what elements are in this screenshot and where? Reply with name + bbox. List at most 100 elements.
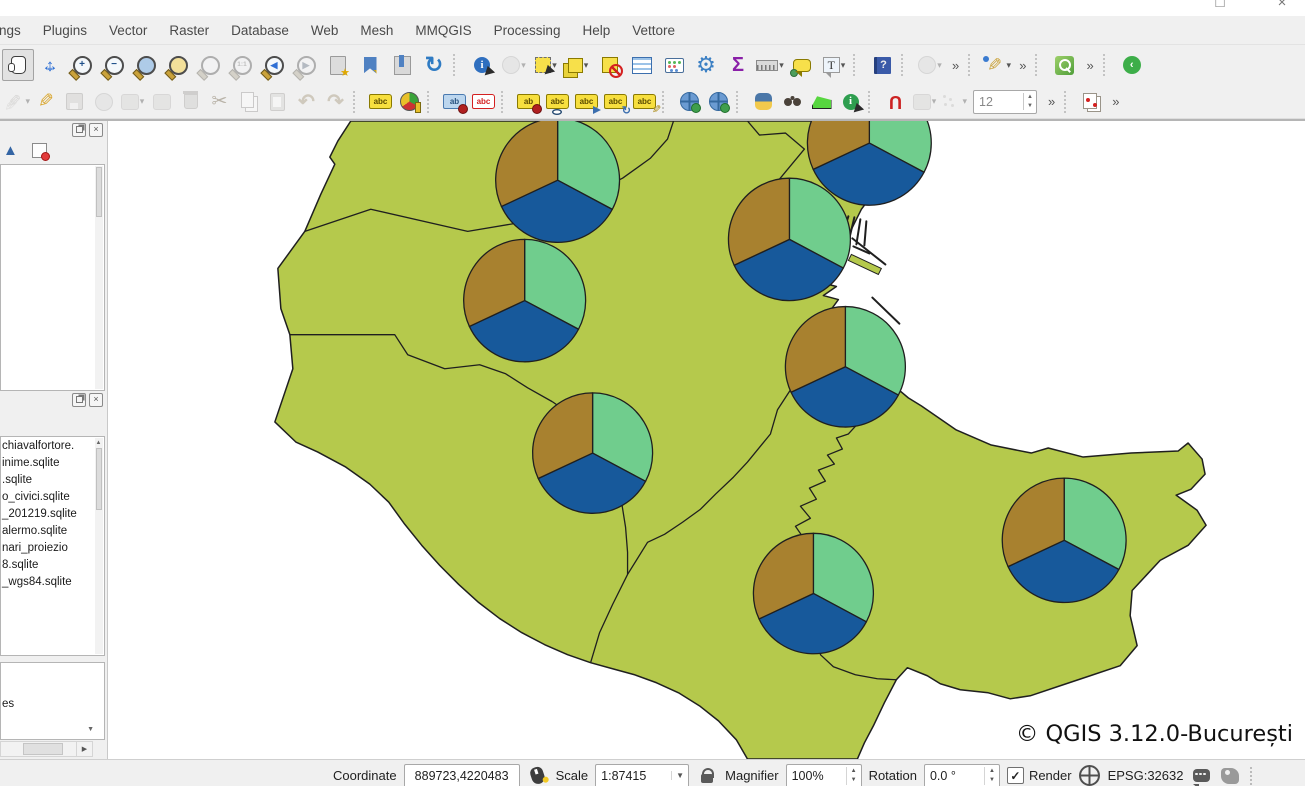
- new-bookmark-button[interactable]: ★: [322, 49, 354, 81]
- show-bookmarks-button[interactable]: ★: [354, 49, 386, 81]
- messages-button[interactable]: [1190, 765, 1212, 786]
- snapping-options-button[interactable]: U: [881, 88, 910, 116]
- dock-float-icon[interactable]: [72, 393, 86, 407]
- pin-unpin-labels-button[interactable]: ab: [514, 88, 543, 116]
- menu-vector[interactable]: Vector: [98, 19, 158, 42]
- rotate-label-button[interactable]: abc: [601, 88, 630, 116]
- extents-toggle-button[interactable]: [527, 765, 549, 786]
- crs-status-button[interactable]: [1079, 765, 1101, 786]
- statistical-summary-button[interactable]: Σ: [722, 49, 754, 81]
- toolbar-overflow[interactable]: »: [1013, 58, 1032, 73]
- combo-arrow-icon[interactable]: ▼: [671, 771, 688, 780]
- spin-down-icon[interactable]: ▼: [989, 776, 995, 785]
- pin-labels-button[interactable]: ab: [440, 88, 469, 116]
- remove-item-icon[interactable]: [32, 143, 47, 158]
- maximize-button[interactable]: □: [1205, 0, 1235, 11]
- scale-combobox[interactable]: 1:87415 ▼: [595, 764, 689, 786]
- dropdown-arrow-icon[interactable]: ▾: [140, 96, 145, 107]
- text-annotation-button[interactable]: T▾: [818, 49, 850, 81]
- file-item[interactable]: _wgs84.sqlite: [1, 573, 104, 590]
- menu-mmqgis[interactable]: MMQGIS: [404, 19, 482, 42]
- file-item[interactable]: .sqlite: [1, 471, 104, 488]
- processing-toolbox-button[interactable]: ⚙: [690, 49, 722, 81]
- field-calculator-button[interactable]: [658, 49, 690, 81]
- dock-close-icon[interactable]: ×: [89, 393, 103, 407]
- file-item[interactable]: chiavalfortore.: [1, 437, 104, 454]
- spin-down-icon[interactable]: ▼: [851, 776, 857, 785]
- map-canvas[interactable]: © QGIS 3.12.0-București: [108, 121, 1305, 759]
- sqlite-file-list[interactable]: ▲ chiavalfortore.inime.sqlite.sqliteo_ci…: [0, 436, 105, 656]
- show-hide-labels-button[interactable]: abc: [543, 88, 572, 116]
- zoom-full-extent-button[interactable]: [130, 49, 162, 81]
- digitizing-value-spinbox[interactable]: 12▲▼: [973, 90, 1037, 114]
- dropdown-arrow-icon[interactable]: ▾: [932, 96, 937, 107]
- zoom-to-layer-button[interactable]: [162, 49, 194, 81]
- change-label-button[interactable]: abc: [630, 88, 659, 116]
- menu-help[interactable]: Help: [571, 19, 621, 42]
- dock-float-icon[interactable]: [72, 123, 86, 137]
- menu-raster[interactable]: Raster: [158, 19, 220, 42]
- rotation-value[interactable]: [925, 768, 984, 784]
- coordinate-input[interactable]: [404, 764, 520, 786]
- move-label-button[interactable]: abc: [572, 88, 601, 116]
- draw-polygon-button[interactable]: [807, 88, 836, 116]
- file-item[interactable]: o_civici.sqlite: [1, 488, 104, 505]
- help-contents-button[interactable]: ?: [866, 49, 898, 81]
- digitizing-value-button[interactable]: 12▲▼: [968, 88, 1042, 116]
- dropdown-arrow-icon[interactable]: ▾: [25, 96, 30, 107]
- identify-plus-button[interactable]: i: [836, 88, 865, 116]
- menu-ings[interactable]: ings: [0, 19, 32, 42]
- magnifier-spinbox[interactable]: ▲▼: [786, 764, 862, 786]
- metasearch-button[interactable]: [704, 88, 733, 116]
- metasearch-add-services-button[interactable]: [675, 88, 704, 116]
- tasks-button[interactable]: [1219, 765, 1241, 786]
- move-up-icon[interactable]: ▲: [3, 142, 18, 159]
- dropdown-arrow-icon[interactable]: ▾: [1006, 60, 1011, 71]
- open-attribute-table-button[interactable]: [626, 49, 658, 81]
- spin-arrows-icon[interactable]: ▲▼: [1023, 93, 1036, 110]
- python-console-button[interactable]: [749, 88, 778, 116]
- menu-plugins[interactable]: Plugins: [32, 19, 98, 42]
- menu-web[interactable]: Web: [300, 19, 350, 42]
- zoom-out-button[interactable]: −: [98, 49, 130, 81]
- vertical-scrollbar[interactable]: ▲: [95, 438, 103, 654]
- render-checkbox[interactable]: ✓ Render: [1007, 767, 1072, 784]
- select-features-button[interactable]: ▾: [530, 49, 562, 81]
- toolbar-overflow[interactable]: »: [1080, 58, 1099, 73]
- dropdown-arrow-icon[interactable]: ▾: [584, 60, 589, 71]
- zoom-last-button[interactable]: ◀: [258, 49, 290, 81]
- dropdown-arrow-icon[interactable]: ▾: [962, 96, 967, 107]
- map-tips-button[interactable]: [786, 49, 818, 81]
- dropdown-arrow-icon[interactable]: ▾: [779, 60, 784, 71]
- zoom-in-button[interactable]: +: [66, 49, 98, 81]
- layer-labeling-options-button[interactable]: abc: [366, 88, 395, 116]
- style-manager-button[interactable]: ✎▾: [981, 49, 1013, 81]
- dropdown-arrow-icon[interactable]: ▾: [841, 60, 846, 71]
- bookmark-manager-button[interactable]: [386, 49, 418, 81]
- menu-database[interactable]: Database: [220, 19, 300, 42]
- select-features-by-value-button[interactable]: ▾: [562, 49, 594, 81]
- refresh-button[interactable]: ↻: [418, 49, 450, 81]
- file-item[interactable]: nari_proiezio: [1, 539, 104, 556]
- close-button[interactable]: ×: [1267, 0, 1297, 11]
- scroll-right-icon[interactable]: ▶: [77, 741, 93, 757]
- redo-button[interactable]: ↷: [321, 88, 350, 116]
- file-item[interactable]: 8.sqlite: [1, 556, 104, 573]
- dropdown-arrow-icon[interactable]: ▾: [937, 60, 942, 71]
- cut-features-button[interactable]: ✂: [205, 88, 234, 116]
- duplicate-features-button[interactable]: [1077, 88, 1106, 116]
- share-button[interactable]: ‹: [1116, 49, 1148, 81]
- toolbar-overflow[interactable]: »: [1042, 94, 1061, 109]
- search-layers-button[interactable]: [778, 88, 807, 116]
- spin-up-icon[interactable]: ▲: [851, 767, 857, 776]
- deselect-features-button[interactable]: [594, 49, 626, 81]
- osm-place-search-button[interactable]: [1048, 49, 1080, 81]
- layer-diagram-options-button[interactable]: [395, 88, 424, 116]
- highlight-pinned-labels-button[interactable]: abc: [469, 88, 498, 116]
- rotation-spinbox[interactable]: ▲▼: [924, 764, 1000, 786]
- scroll-up-icon[interactable]: ▲: [94, 440, 103, 446]
- menu-mesh[interactable]: Mesh: [349, 19, 404, 42]
- epsg-label[interactable]: EPSG:32632: [1108, 768, 1184, 783]
- vertical-scrollbar[interactable]: [95, 166, 103, 389]
- toggle-editing-button[interactable]: ✎: [31, 88, 60, 116]
